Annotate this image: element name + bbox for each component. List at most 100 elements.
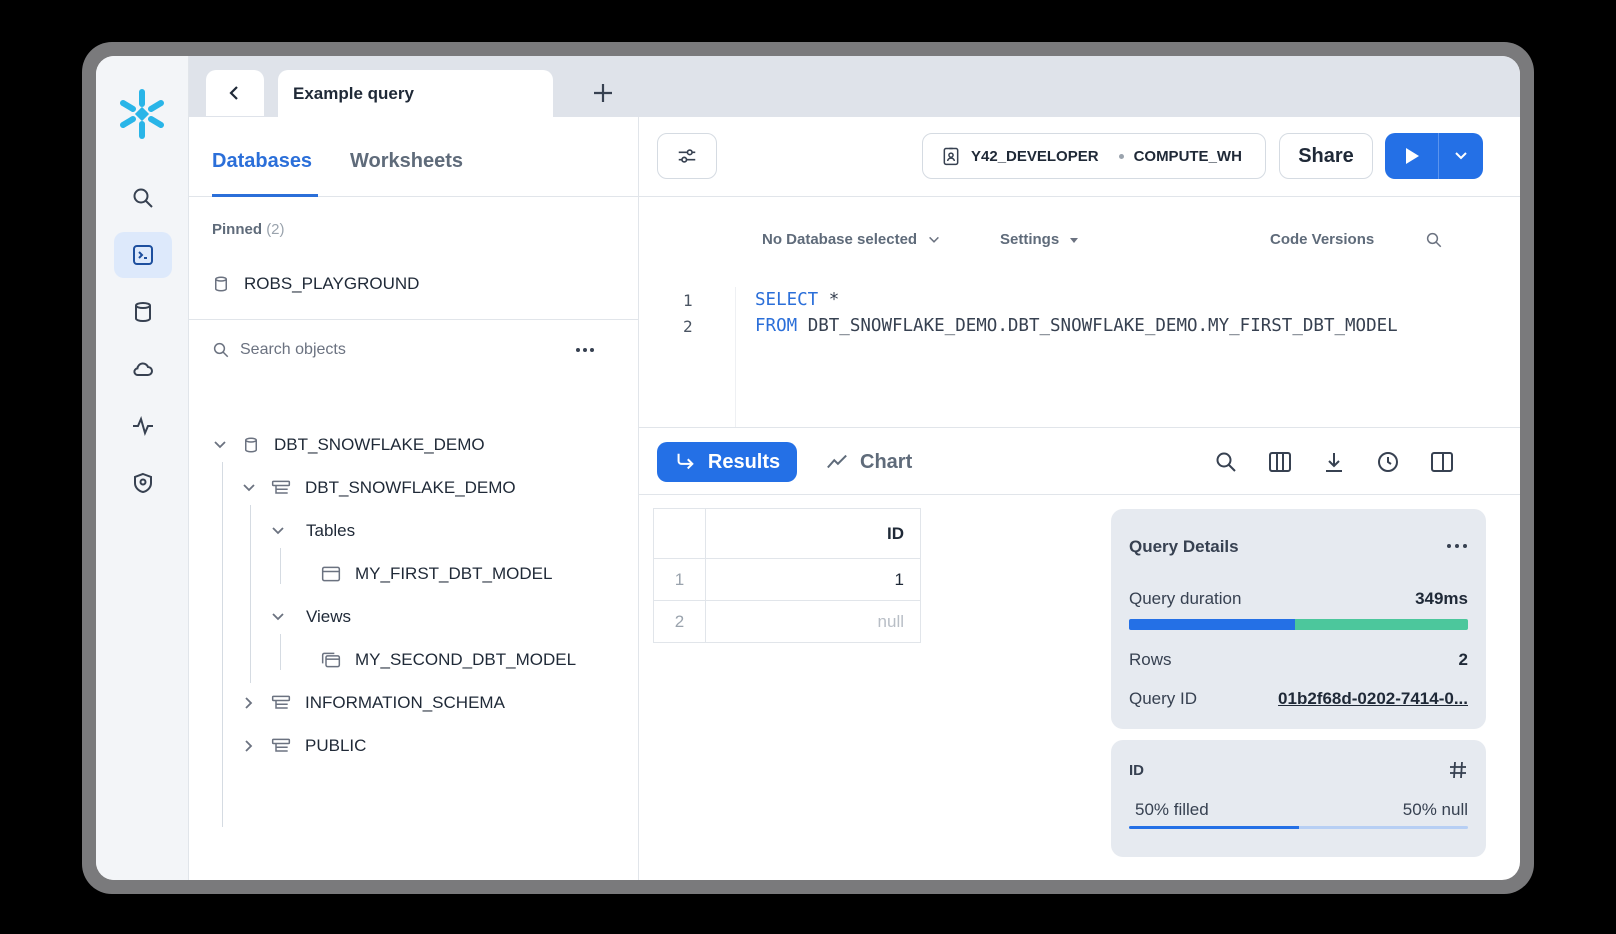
tab-databases[interactable]: Databases xyxy=(212,150,312,173)
table-icon xyxy=(321,566,341,582)
fill-stats-row: 50% filled 50% null xyxy=(1135,800,1468,820)
code-line[interactable]: FROM DBT_SNOWFLAKE_DEMO.DBT_SNOWFLAKE_DE… xyxy=(755,316,1398,336)
table-row[interactable]: 1 1 xyxy=(653,558,921,601)
table-row[interactable]: 2 null xyxy=(653,600,921,643)
snowflake-logo[interactable] xyxy=(116,88,168,140)
share-button[interactable]: Share xyxy=(1279,133,1373,179)
main-area: Y42_DEVELOPER COMPUTE_WH Share No Databa… xyxy=(639,117,1520,880)
history-clock-icon[interactable] xyxy=(1374,448,1402,476)
download-icon[interactable] xyxy=(1320,448,1348,476)
query-details-card: Query Details Query duration 349ms Rows … xyxy=(1111,509,1486,729)
results-toolbar: Results Chart xyxy=(639,428,1520,495)
results-label: Results xyxy=(707,450,781,473)
pinned-header: Pinned (2) xyxy=(212,221,285,238)
database-icon xyxy=(245,437,257,453)
tree-label: DBT_SNOWFLAKE_DEMO xyxy=(274,435,485,454)
settings-dropdown[interactable]: Settings xyxy=(1000,231,1079,248)
columns-icon[interactable] xyxy=(1266,448,1294,476)
tree-item-public[interactable]: PUBLIC xyxy=(241,731,366,761)
database-selector-label: No Database selected xyxy=(762,231,918,248)
duration-bar xyxy=(1129,619,1468,630)
side-panel-icon[interactable] xyxy=(1428,448,1456,476)
return-arrow-icon xyxy=(677,453,694,470)
chevron-right-icon xyxy=(245,697,253,709)
pinned-item-robs-playground[interactable]: ROBS_PLAYGROUND xyxy=(212,269,419,299)
add-tab-button[interactable] xyxy=(586,76,620,110)
pinned-label: Pinned xyxy=(212,221,263,238)
code-versions-button[interactable]: Code Versions xyxy=(1270,231,1374,248)
plus-icon xyxy=(594,84,612,102)
tree-item-view[interactable]: MY_SECOND_DBT_MODEL xyxy=(321,645,576,675)
tree-item-information-schema[interactable]: INFORMATION_SCHEMA xyxy=(241,688,505,718)
query-details-title: Query Details xyxy=(1129,537,1239,556)
filter-button[interactable] xyxy=(657,133,717,179)
tab-example-query[interactable]: Example query xyxy=(278,70,553,117)
tree-item-table[interactable]: MY_FIRST_DBT_MODEL xyxy=(321,559,552,589)
column-stats-card: ID 50% filled 50% null xyxy=(1111,740,1486,857)
results-tab[interactable]: Results xyxy=(657,442,797,482)
tree-label: MY_FIRST_DBT_MODEL xyxy=(355,564,553,583)
chevron-down-icon xyxy=(243,484,255,492)
chart-label: Chart xyxy=(860,450,913,473)
row-number: 1 xyxy=(653,558,706,601)
tree-label: DBT_SNOWFLAKE_DEMO xyxy=(305,478,516,497)
search-icon[interactable] xyxy=(1212,448,1240,476)
context-selector[interactable]: Y42_DEVELOPER COMPUTE_WH xyxy=(922,133,1266,179)
sql-editor[interactable]: No Database selected Settings Code Versi… xyxy=(639,197,1520,428)
database-icon xyxy=(215,276,227,292)
chevron-down-icon xyxy=(1455,152,1467,160)
tree-label: PUBLIC xyxy=(305,736,367,755)
chevron-down-icon xyxy=(272,527,284,535)
table-cell[interactable]: null xyxy=(705,600,921,643)
column-header-id[interactable]: ID xyxy=(705,508,921,559)
editor-search-icon[interactable] xyxy=(1425,231,1443,249)
activity-icon[interactable] xyxy=(114,403,172,449)
code-text: * xyxy=(818,290,840,310)
active-tab-indicator xyxy=(212,194,318,197)
tree-item-tables[interactable]: Tables xyxy=(270,516,355,546)
role-label: Y42_DEVELOPER xyxy=(971,147,1099,165)
rows-label: Rows xyxy=(1129,650,1172,669)
caret-down-icon xyxy=(1070,237,1079,243)
tree-item-db[interactable]: DBT_SNOWFLAKE_DEMO xyxy=(212,430,485,460)
chart-tab[interactable]: Chart xyxy=(826,442,912,482)
tree-label: INFORMATION_SCHEMA xyxy=(305,693,505,712)
role-badge-icon xyxy=(943,147,959,166)
tree-item-schema[interactable]: DBT_SNOWFLAKE_DEMO xyxy=(241,473,516,503)
database-icon[interactable] xyxy=(114,289,172,335)
tree-item-views[interactable]: Views xyxy=(270,602,351,632)
search-objects-input[interactable]: Search objects xyxy=(212,335,612,365)
schema-icon xyxy=(271,738,291,752)
results-grid[interactable]: ID 1 1 2 null xyxy=(653,508,921,643)
row-number-header xyxy=(653,508,706,559)
search-icon xyxy=(213,342,229,358)
null-label: 50% null xyxy=(1402,800,1468,819)
row-number: 2 xyxy=(653,600,706,643)
warehouse-label: COMPUTE_WH xyxy=(1133,147,1242,165)
query-id-row: Query ID 01b2f68d-0202-7414-0... xyxy=(1129,689,1468,709)
run-options-button[interactable] xyxy=(1439,133,1483,179)
run-button[interactable] xyxy=(1385,133,1439,179)
line-number: 2 xyxy=(683,317,693,336)
shield-icon[interactable] xyxy=(114,460,172,506)
table-cell[interactable]: 1 xyxy=(705,558,921,601)
filled-label: 50% filled xyxy=(1135,800,1209,819)
rows-row: Rows 2 xyxy=(1129,650,1468,670)
worksheet-icon[interactable] xyxy=(114,232,172,278)
code-keyword: FROM xyxy=(755,316,798,336)
search-icon[interactable] xyxy=(114,175,172,221)
tab-label: Example query xyxy=(293,83,414,103)
run-button-group xyxy=(1385,133,1483,179)
chevron-left-icon xyxy=(229,86,238,100)
query-id-link[interactable]: 01b2f68d-0202-7414-0... xyxy=(1278,689,1468,709)
more-options-icon[interactable] xyxy=(1446,541,1468,551)
hash-icon xyxy=(1450,761,1466,779)
fill-bar xyxy=(1129,826,1468,829)
code-line[interactable]: SELECT * xyxy=(755,290,839,310)
tab-worksheets[interactable]: Worksheets xyxy=(350,150,463,173)
cloud-icon[interactable] xyxy=(114,346,172,392)
more-options-icon[interactable] xyxy=(574,339,596,361)
chevron-down-icon xyxy=(214,441,226,449)
back-button[interactable] xyxy=(206,70,264,116)
database-selector[interactable]: No Database selected xyxy=(762,231,941,248)
